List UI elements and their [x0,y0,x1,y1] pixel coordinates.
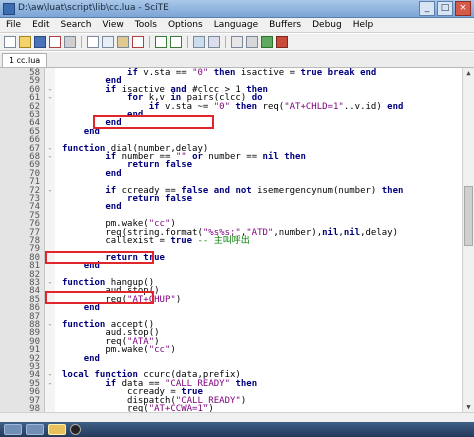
redo-icon[interactable] [170,36,182,48]
tab-cc-lua[interactable]: 1 cc.lua [2,53,48,67]
find-icon[interactable] [193,36,205,48]
vertical-scrollbar[interactable]: ▲ ▼ [462,68,474,412]
toolbar-separator [149,36,150,48]
highlight-hangup [45,251,154,264]
save-icon[interactable] [34,36,46,48]
close-icon[interactable] [49,36,61,48]
stop-icon[interactable] [276,36,288,48]
scite-icon[interactable] [48,424,66,435]
undo-icon[interactable] [155,36,167,48]
menu-tools[interactable]: Tools [135,20,157,30]
paste-icon[interactable] [117,36,129,48]
menu-options[interactable]: Options [168,20,203,30]
line-number: 98 [29,404,40,412]
explorer-icon[interactable] [26,424,44,435]
replace-icon[interactable] [208,36,220,48]
menu-file[interactable]: File [6,20,21,30]
app-icon[interactable] [70,424,81,435]
menu-edit[interactable]: Edit [32,20,49,30]
copy-icon[interactable] [102,36,114,48]
close-window-button[interactable]: × [455,1,471,16]
scroll-thumb[interactable] [464,186,473,246]
window-title: D:\aw\luat\script\lib\cc.lua - SciTE [18,3,169,13]
toolbar-separator [81,36,82,48]
menu-bar: File Edit Search View Tools Options Lang… [0,18,474,33]
menu-view[interactable]: View [102,20,123,30]
toolbar [0,34,474,51]
taskbar [0,422,474,437]
maximize-button[interactable]: □ [437,1,453,16]
build-icon[interactable] [246,36,258,48]
toolbar-separator [225,36,226,48]
go-icon[interactable] [261,36,273,48]
scroll-up-icon[interactable]: ▲ [464,68,473,78]
compile-icon[interactable] [231,36,243,48]
menu-buffers[interactable]: Buffers [269,20,301,30]
scroll-down-icon[interactable]: ▼ [464,402,473,412]
menu-language[interactable]: Language [214,20,258,30]
buffer-tab-bar: 1 cc.lua [0,52,474,68]
code-text: req("AT+CCWA=1") [62,404,214,412]
menu-search[interactable]: Search [61,20,92,30]
new-icon[interactable] [4,36,16,48]
minimize-button[interactable]: _ [419,1,435,16]
cut-icon[interactable] [87,36,99,48]
menu-debug[interactable]: Debug [312,20,342,30]
start-icon[interactable] [4,424,22,435]
title-bar: D:\aw\luat\script\lib\cc.lua - SciTE _ □… [0,0,474,18]
window-controls: _ □ × [419,1,471,16]
highlight-dial [93,115,214,129]
highlight-accept [45,291,154,304]
menu-help[interactable]: Help [353,20,374,30]
open-icon[interactable] [19,36,31,48]
code-editor[interactable]: 58 if v.sta == "0" then isactive = true … [0,68,474,412]
code-line[interactable]: 98 req("AT+CCWA=1") [0,404,462,412]
delete-icon[interactable] [132,36,144,48]
print-icon[interactable] [64,36,76,48]
toolbar-separator [187,36,188,48]
scite-app-icon [3,3,15,15]
